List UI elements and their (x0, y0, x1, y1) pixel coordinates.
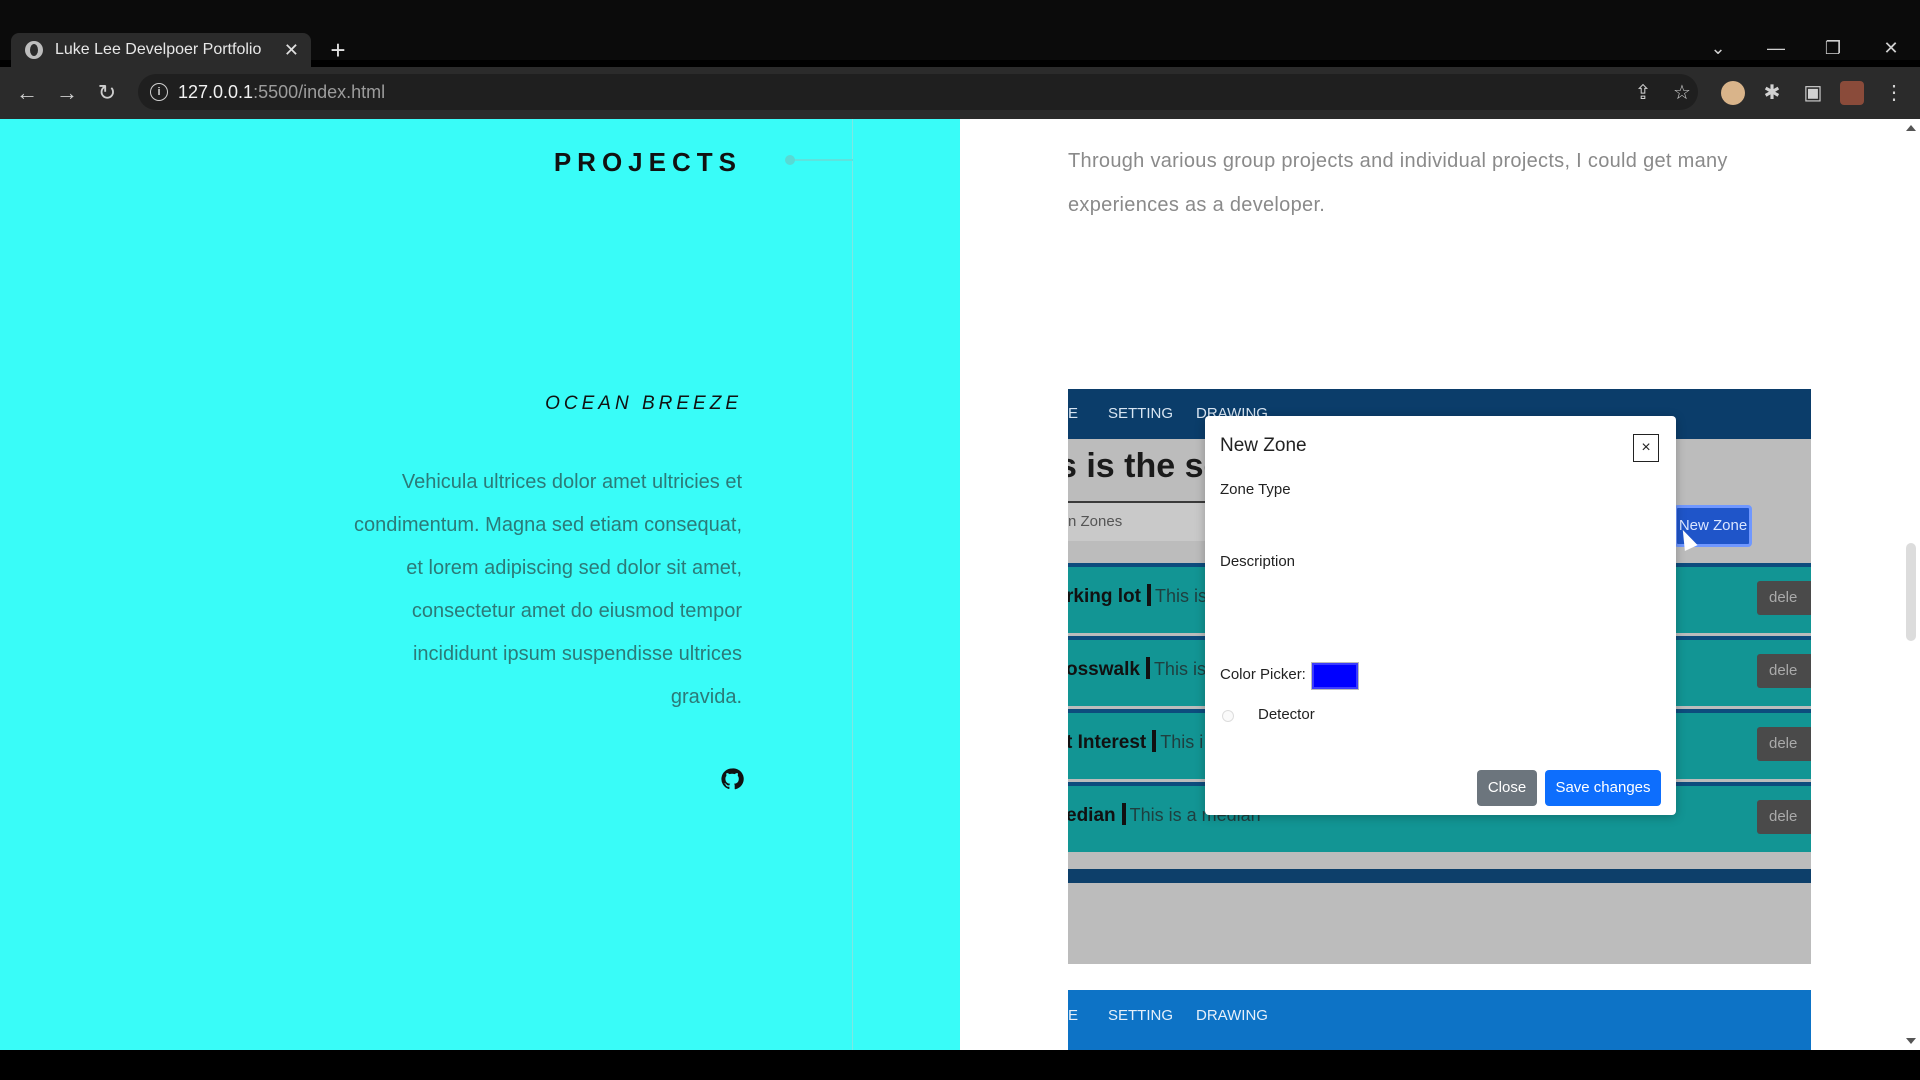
info-icon[interactable]: i (150, 83, 168, 101)
project-description: Vehicula ultrices dolor amet ultricies e… (354, 471, 742, 708)
projects-intro: Through various group projects and indiv… (1068, 150, 1728, 216)
zone-desc: This is (1154, 586, 1207, 606)
divider (1121, 803, 1126, 825)
divider (1146, 584, 1151, 606)
close-button[interactable]: Close (1477, 770, 1537, 806)
back-icon[interactable]: ← (11, 77, 43, 109)
shot-bottom-band (1068, 869, 1811, 883)
scroll-thumb[interactable] (1906, 543, 1916, 641)
save-changes-button[interactable]: Save changes (1545, 770, 1661, 806)
modal-title: New Zone (1220, 435, 1307, 456)
divider (1152, 730, 1157, 752)
puzzle-icon[interactable]: ✱ (1756, 77, 1788, 109)
shot-delete-button: dele (1757, 654, 1811, 688)
tab-search-icon[interactable]: ⌄ (1698, 32, 1738, 64)
timeline-line (852, 119, 853, 1050)
vertical-scrollbar[interactable] (1902, 119, 1920, 1050)
url-host: 127.0.0.1 (178, 82, 254, 102)
tab-title: Luke Lee Develpoer Portfolio (55, 41, 262, 58)
menu-icon[interactable]: ⋮ (1878, 77, 1910, 109)
color-picker-label: Color Picker: (1220, 666, 1306, 683)
shot-nav-item: E (1068, 405, 1079, 422)
page-viewport: PROJECTS OCEAN BREEZE Vehicula ultrices … (0, 119, 1920, 1050)
color-picker-swatch[interactable] (1311, 662, 1359, 690)
shot-nav-item: SETTING (1108, 1007, 1174, 1024)
shot-delete-button: dele (1757, 800, 1811, 834)
extension-icon[interactable] (1721, 81, 1745, 105)
modal-close-icon[interactable]: × (1633, 434, 1659, 462)
star-icon[interactable]: ☆ (1666, 77, 1698, 109)
window-close-icon[interactable]: ✕ (1871, 32, 1911, 64)
reload-icon[interactable]: ↻ (91, 77, 123, 109)
url-text: 127.0.0.1:5500/index.html (178, 74, 385, 110)
zone-type-label: Zone Type (1220, 481, 1291, 498)
shot-nav-item: DRAWING (1196, 1007, 1268, 1024)
shot-nav-item: SETTING (1108, 405, 1174, 422)
shot-heading: s is the se (1068, 447, 1223, 485)
globe-icon (25, 41, 43, 59)
zone-desc: This i (1160, 732, 1204, 752)
shot-delete-button: dele (1757, 581, 1811, 615)
url-path: :5500/index.html (253, 82, 386, 102)
restore-icon[interactable]: ❐ (1813, 32, 1853, 64)
detector-toggle[interactable] (1222, 710, 1234, 722)
taskbar-strip (0, 1050, 1920, 1080)
timeline-marker (785, 155, 853, 165)
shot-delete-button: dele (1757, 727, 1811, 761)
detector-label: Detector (1258, 706, 1315, 723)
zone-name: edian (1068, 805, 1116, 826)
new-tab-button[interactable]: + (326, 33, 350, 67)
forward-icon[interactable]: → (51, 77, 83, 109)
browser-toolbar: ← → ↻ i 127.0.0.1:5500/index.html ⇪ ☆ ✱ … (0, 67, 1920, 119)
shot-nav-item: E (1068, 1007, 1079, 1024)
section-title: PROJECTS (553, 147, 742, 177)
project-name: OCEAN BREEZE (545, 393, 742, 414)
zone-name: rking lot (1068, 586, 1141, 607)
zone-name: osswalk (1068, 659, 1140, 680)
tab-strip: Luke Lee Develpoer Portfolio ✕ + ⌄ — ❐ ✕ (0, 0, 1920, 67)
minimize-icon[interactable]: — (1756, 32, 1796, 64)
browser-tab[interactable]: Luke Lee Develpoer Portfolio ✕ (11, 33, 311, 67)
divider (1145, 657, 1150, 679)
profile-icon[interactable] (1840, 81, 1864, 105)
address-bar[interactable]: i 127.0.0.1:5500/index.html (138, 74, 1698, 110)
project-screenshot-2: E SETTING DRAWING (1068, 990, 1811, 1050)
sidepanel-icon[interactable]: ▣ (1797, 77, 1829, 109)
scroll-up-icon[interactable] (1906, 125, 1916, 131)
scroll-down-icon[interactable] (1906, 1038, 1916, 1044)
share-icon[interactable]: ⇪ (1627, 77, 1659, 109)
description-label: Description (1220, 553, 1296, 570)
github-icon[interactable] (720, 767, 744, 791)
zone-name: t Interest (1068, 732, 1147, 753)
tab-close-icon[interactable]: ✕ (284, 33, 299, 67)
new-zone-modal: New Zone × Zone Type Description Color P… (1205, 416, 1676, 815)
projects-sidebar: PROJECTS OCEAN BREEZE Vehicula ultrices … (0, 119, 960, 1050)
